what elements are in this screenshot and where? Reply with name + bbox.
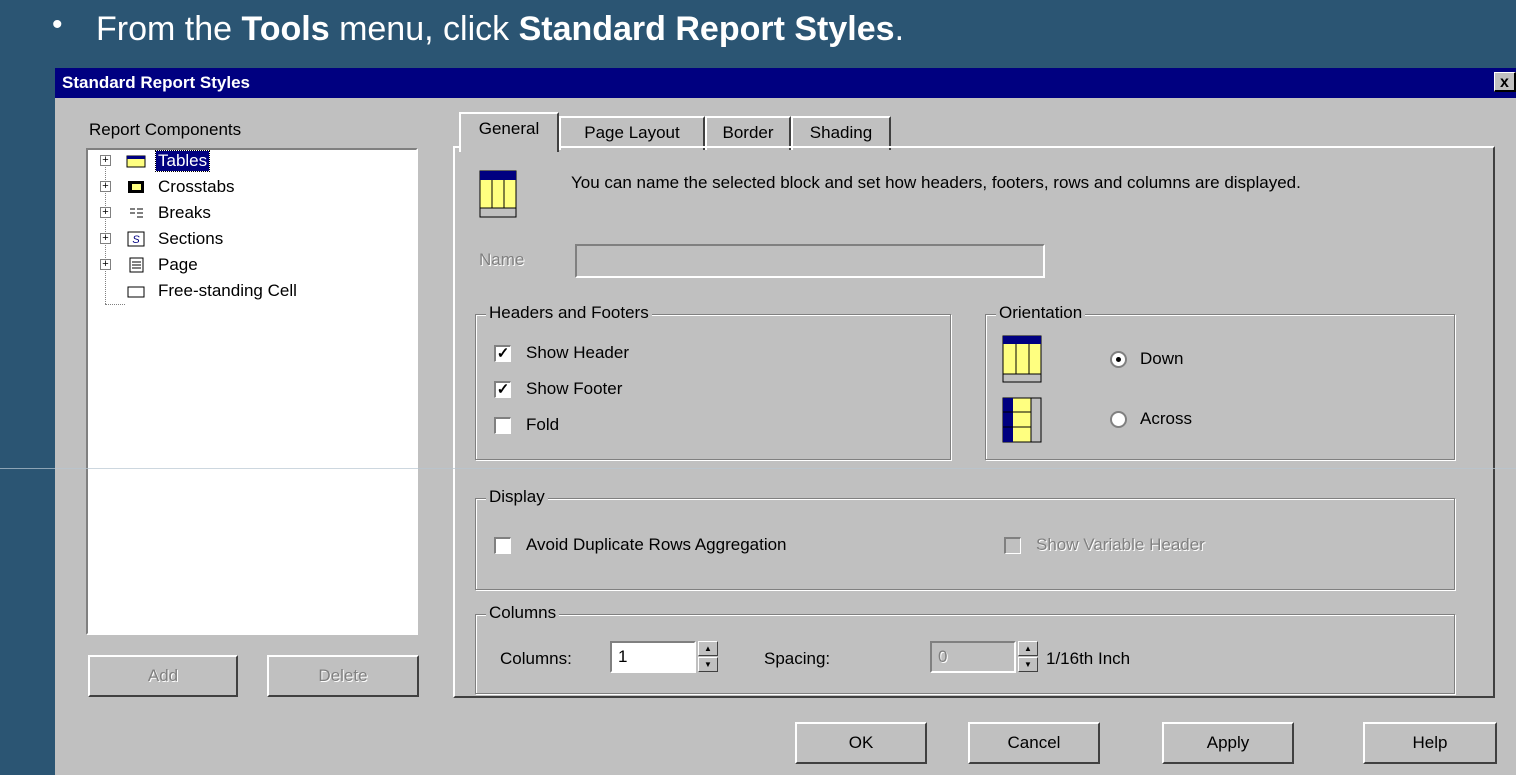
avoid-duplicate-rows-label: Avoid Duplicate Rows Aggregation: [526, 535, 787, 554]
show-header-checkbox[interactable]: ✓: [494, 345, 511, 362]
show-variable-header-checkbox[interactable]: [1004, 537, 1021, 554]
across-label: Across: [1140, 409, 1192, 428]
headers-footers-legend: Headers and Footers: [486, 303, 652, 323]
show-footer-label: Show Footer: [526, 379, 623, 398]
close-icon[interactable]: x: [1494, 72, 1516, 92]
tab-general[interactable]: General: [459, 112, 559, 152]
down-radio[interactable]: [1110, 351, 1127, 368]
spin-down-icon[interactable]: ▼: [1018, 657, 1038, 672]
report-components-label: Report Components: [89, 120, 242, 139]
headers-footers-group: Headers and Footers ✓ Show Header ✓ Show…: [475, 303, 951, 460]
ok-button[interactable]: OK: [795, 722, 927, 764]
orientation-group: Orientation Down Across: [985, 303, 1455, 460]
tab-page-layout[interactable]: Page Layout: [559, 116, 705, 150]
avoid-duplicate-rows-checkbox[interactable]: [494, 537, 511, 554]
crosstab-icon: [128, 181, 144, 193]
spin-up-icon[interactable]: ▲: [698, 641, 718, 656]
tree-item-tables[interactable]: + Tables: [88, 150, 388, 176]
show-variable-header-label: Show Variable Header: [1036, 535, 1205, 554]
general-tab-panel: You can name the selected block and set …: [453, 146, 1495, 698]
tree-item-free-standing-cell[interactable]: Free-standing Cell: [88, 280, 388, 306]
tree-item-crosstabs[interactable]: + Crosstabs: [88, 176, 388, 202]
section-icon: S: [127, 231, 145, 247]
add-button[interactable]: Add: [88, 655, 238, 697]
table-icon: [126, 155, 146, 168]
spin-down-icon[interactable]: ▼: [698, 657, 718, 672]
expand-icon[interactable]: +: [100, 207, 111, 218]
tab-border[interactable]: Border: [705, 116, 791, 150]
fold-checkbox[interactable]: [494, 417, 511, 434]
columns-legend: Columns: [486, 603, 560, 623]
page-icon: [129, 257, 144, 273]
cancel-button[interactable]: Cancel: [968, 722, 1100, 764]
columns-label: Columns:: [500, 649, 572, 668]
block-table-icon: [479, 170, 517, 218]
tree-item-breaks[interactable]: + Breaks: [88, 202, 388, 228]
expand-icon[interactable]: +: [100, 155, 111, 166]
down-label: Down: [1140, 349, 1184, 368]
spin-up-icon[interactable]: ▲: [1018, 641, 1038, 656]
apply-button[interactable]: Apply: [1162, 722, 1294, 764]
display-group: Display Avoid Duplicate Rows Aggregation…: [475, 487, 1455, 590]
command-name: Standard Report Styles: [518, 10, 895, 48]
name-input[interactable]: [575, 244, 1045, 278]
spacing-label: Spacing:: [764, 649, 831, 668]
delete-button[interactable]: Delete: [267, 655, 419, 697]
dialog-title: Standard Report Styles: [62, 73, 250, 92]
spacing-unit-label: 1/16th Inch: [1046, 649, 1131, 668]
title-bar: Standard Report Styles x: [55, 68, 1516, 98]
columns-group: Columns Columns: 1 ▲ ▼ Spacing: 0 ▲ ▼ 1/…: [475, 603, 1455, 694]
bullet: •: [52, 8, 63, 41]
expand-icon[interactable]: +: [100, 233, 111, 244]
expand-icon[interactable]: +: [100, 181, 111, 192]
show-footer-checkbox[interactable]: ✓: [494, 381, 511, 398]
display-legend: Display: [486, 487, 548, 507]
svg-text:S: S: [132, 234, 140, 246]
report-components-tree[interactable]: + Tables + Crosstabs + Breaks + S Sectio…: [86, 148, 418, 635]
cell-icon: [127, 286, 145, 298]
orientation-legend: Orientation: [996, 303, 1086, 323]
down-orientation-icon: [1002, 335, 1042, 383]
columns-input[interactable]: 1: [610, 641, 696, 673]
tree-item-page[interactable]: + Page: [88, 254, 388, 280]
tab-shading[interactable]: Shading: [791, 116, 891, 150]
help-button[interactable]: Help: [1363, 722, 1497, 764]
name-label: Name: [479, 250, 525, 269]
tree-item-sections[interactable]: + S Sections: [88, 228, 388, 254]
menu-name: Tools: [241, 10, 330, 48]
fold-label: Fold: [526, 415, 560, 434]
across-radio[interactable]: [1110, 411, 1127, 428]
breaks-icon: [130, 208, 143, 218]
across-orientation-icon: [1002, 397, 1042, 443]
slide-divider: [0, 468, 1516, 469]
spacing-input[interactable]: 0: [930, 641, 1016, 673]
expand-icon[interactable]: +: [100, 259, 111, 270]
description-text: You can name the selected block and set …: [571, 173, 1301, 192]
show-header-label: Show Header: [526, 343, 630, 362]
standard-report-styles-dialog: Standard Report Styles x Report Componen…: [55, 68, 1516, 775]
